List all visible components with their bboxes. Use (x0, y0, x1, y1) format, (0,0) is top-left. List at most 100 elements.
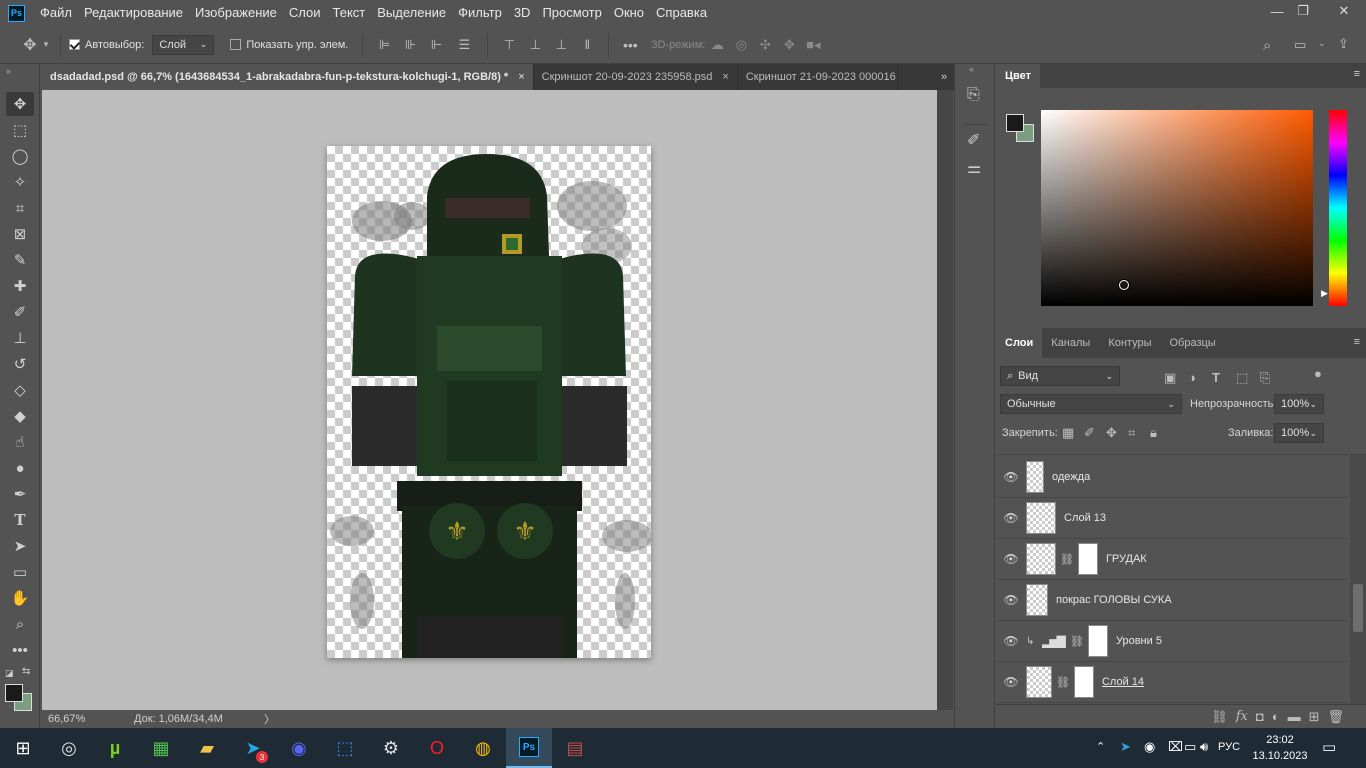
path-select-icon[interactable]: ➤ (6, 534, 34, 558)
menu-3d[interactable]: 3D (508, 0, 537, 26)
tab-close-icon[interactable]: × (722, 64, 728, 90)
network-icon[interactable]: ▭ (1184, 739, 1196, 755)
collapse-icon[interactable]: » (6, 66, 11, 76)
smudge-tool-icon[interactable]: ☝ (6, 430, 34, 454)
tab-close-icon[interactable]: × (518, 64, 524, 90)
lock-position-icon[interactable]: ✥ (1106, 425, 1117, 441)
hue-slider-handle-icon[interactable]: ▶ (1321, 288, 1328, 299)
visibility-eye-icon[interactable]: 👁︎ (996, 511, 1026, 525)
marquee-tool-icon[interactable]: ⬚ (6, 118, 34, 142)
tab-channels[interactable]: Каналы (1042, 328, 1099, 358)
align-right-icon[interactable]: ⊩ (423, 37, 449, 53)
photoshop-taskbar-icon[interactable]: Ps (506, 728, 552, 768)
status-arrow-icon[interactable]: 〉 (264, 711, 275, 727)
restore-icon[interactable]: ❐ (1288, 0, 1318, 22)
link-layers-icon[interactable]: ⛓︎ (1211, 709, 1228, 725)
link-chain-icon[interactable]: ⛓︎ (1060, 553, 1074, 566)
link-chain-icon[interactable]: ⛓︎ (1070, 635, 1084, 648)
telegram-icon[interactable]: ➤ 3 (230, 728, 276, 768)
lock-all-icon[interactable]: 🔒︎ (1150, 425, 1157, 441)
filter-shape-icon[interactable]: ⬚ (1236, 370, 1248, 386)
distribute-icon[interactable]: ☰ (449, 37, 479, 53)
utorrent-icon[interactable]: µ (92, 728, 138, 768)
discord-icon[interactable]: ◉ (276, 728, 322, 768)
distribute-v-icon[interactable]: ‖ (574, 37, 600, 52)
layer-filter-dropdown[interactable]: ⌕ Вид ⌄ (1000, 366, 1120, 386)
menu-select[interactable]: Выделение (371, 0, 452, 26)
opera-icon[interactable]: O (414, 728, 460, 768)
frame-tool-icon[interactable]: ⊠ (6, 222, 34, 246)
layers-scrollbar[interactable] (1350, 454, 1366, 704)
filter-toggle-icon[interactable]: ● (1314, 366, 1322, 381)
link-chain-icon[interactable]: ⛓︎ (1056, 676, 1070, 689)
filter-smart-icon[interactable]: ⎘ (1260, 370, 1270, 386)
document-canvas[interactable]: ⚜ ⚜ (327, 146, 651, 658)
windows-start-icon[interactable]: ⊞ (0, 728, 46, 768)
layer-row[interactable]: 👁︎ одежда (996, 457, 1348, 498)
move-tool-icon[interactable]: ✥ (20, 35, 40, 55)
color-picker-field[interactable] (1041, 110, 1313, 306)
layer-row[interactable]: 👁︎ ⛓︎ Слой 14 (996, 662, 1348, 703)
new-group-icon[interactable]: ▬ (1288, 709, 1301, 724)
adjustments-panel-icon[interactable]: ⚌ (967, 158, 981, 178)
layer-row[interactable]: 👁︎ ↳ ▂▅▇ ⛓︎ Уровни 5 (996, 621, 1348, 662)
stamp-tool-icon[interactable]: ⊥ (6, 326, 34, 350)
eyedropper-icon[interactable]: ✎ (6, 248, 34, 272)
align-left-icon[interactable]: ⊫ (371, 37, 397, 53)
brushes-panel-icon[interactable]: ✐ (967, 130, 980, 150)
visibility-eye-icon[interactable]: 👁︎ (996, 593, 1026, 607)
tab-screenshot-1[interactable]: Скриншот 20-09-2023 235958.psd × (534, 64, 738, 90)
bucket-tool-icon[interactable]: ◆ (6, 404, 34, 428)
layers-panel-menu-icon[interactable]: ≡ (1354, 336, 1360, 348)
layer-row[interactable]: 👁︎ Слой 13 (996, 498, 1348, 539)
tab-color[interactable]: Цвет (996, 64, 1041, 88)
hue-slider[interactable] (1329, 110, 1347, 306)
align-hcenter-icon[interactable]: ⊪ (397, 37, 423, 53)
clock[interactable]: 23:02 13.10.2023 (1252, 732, 1308, 764)
visibility-eye-icon[interactable]: 👁︎ (996, 675, 1026, 689)
language-indicator[interactable]: РУС (1218, 741, 1240, 753)
history-brush-icon[interactable]: ↺ (6, 352, 34, 376)
notifications-icon[interactable]: ▭ (1322, 738, 1336, 756)
tray-discord-icon[interactable]: ◉ (1144, 739, 1155, 755)
filter-pixel-icon[interactable]: ▣ (1164, 370, 1176, 386)
filter-type-icon[interactable]: T (1212, 370, 1220, 385)
move-tool-icon[interactable]: ✥ (6, 92, 34, 116)
expand-icon[interactable]: « (969, 64, 974, 74)
panel-menu-icon[interactable]: ≡ (1354, 68, 1360, 80)
align-top-icon[interactable]: ⊤ (496, 37, 522, 53)
default-colors-icon[interactable]: ◪ (5, 668, 14, 679)
layer-row[interactable]: 👁︎ ⛓︎ ГРУДАК (996, 539, 1348, 580)
visibility-eye-icon[interactable]: 👁︎ (996, 634, 1026, 648)
workspace-icon[interactable]: ▭ (1294, 37, 1306, 53)
chrome-icon[interactable]: ◍ (460, 728, 506, 768)
delete-layer-icon[interactable]: 🗑︎ (1327, 709, 1344, 725)
menu-layers[interactable]: Слои (283, 0, 327, 26)
layers-scrollbar-thumb[interactable] (1353, 584, 1363, 632)
tab-swatches[interactable]: Образцы (1161, 328, 1225, 358)
obs-icon[interactable]: ◎ (46, 728, 92, 768)
search-icon[interactable]: ⌕ (1263, 37, 1271, 54)
layer-mask-thumbnail[interactable] (1077, 543, 1098, 575)
winrar-icon[interactable]: ▤ (552, 728, 598, 768)
fill-field[interactable]: 100% ⌄ (1274, 423, 1324, 443)
menu-view[interactable]: Просмотр (536, 0, 607, 26)
lock-artboard-icon[interactable]: ⌗ (1128, 425, 1135, 441)
tray-telegram-icon[interactable]: ➤ (1120, 739, 1131, 755)
tray-monitor-icon[interactable]: ⌧ (1168, 739, 1183, 755)
visibility-eye-icon[interactable]: 👁︎ (996, 470, 1026, 484)
more-icon[interactable]: ••• (617, 37, 643, 53)
align-vcenter-icon[interactable]: ⊥ (522, 37, 548, 53)
swap-colors-icon[interactable]: ⇆ (22, 666, 30, 677)
filter-adjustment-icon[interactable]: ◑ (1188, 370, 1196, 385)
tab-overflow-icon[interactable]: » (934, 64, 954, 90)
blend-mode-dropdown[interactable]: Обычные ⌄ (1000, 394, 1182, 414)
add-mask-icon[interactable]: ◘ (1256, 709, 1264, 724)
tab-paths[interactable]: Контуры (1099, 328, 1160, 358)
tab-layers[interactable]: Слои (996, 328, 1043, 358)
tab-screenshot-2[interactable]: Скриншот 21-09-2023 000016 (738, 64, 898, 90)
canvas-vertical-scrollbar[interactable] (937, 90, 953, 710)
color-picker-cursor[interactable] (1119, 280, 1129, 290)
game-launcher-icon[interactable]: ▦ (138, 728, 184, 768)
menu-image[interactable]: Изображение (189, 0, 283, 26)
